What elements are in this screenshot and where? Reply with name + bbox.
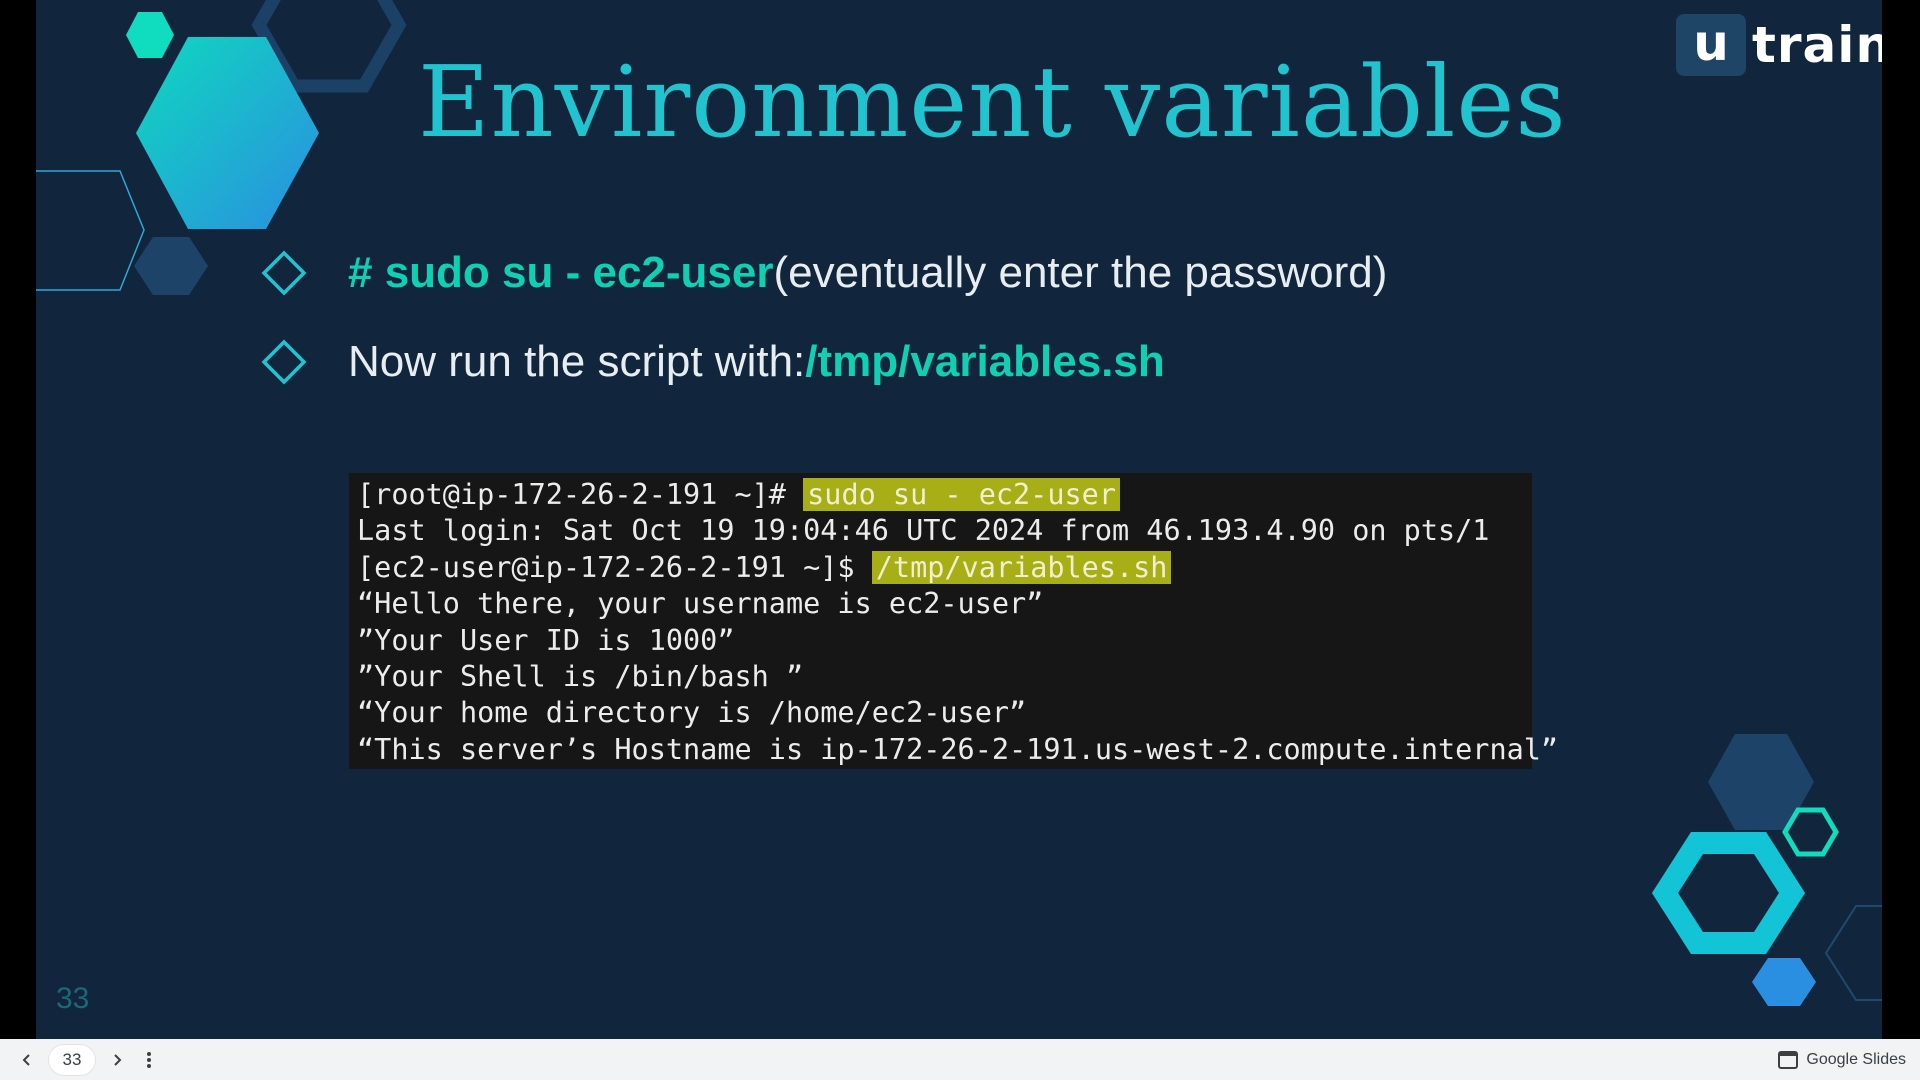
- bullet-1-command: # sudo su - ec2-user: [348, 248, 774, 297]
- terminal-line: ”Your User ID is 1000”: [357, 623, 735, 657]
- bullet-1-text: (eventually enter the password): [773, 248, 1388, 297]
- highlighted-command: sudo su - ec2-user: [803, 478, 1120, 511]
- hexagon-small-teal: [126, 12, 174, 58]
- terminal-line: [root@ip-172-26-2-191 ~]# sudo su - ec2-…: [357, 477, 1532, 513]
- chevron-right-icon: [114, 1053, 122, 1066]
- hexagon-outline-big-br: [1651, 832, 1806, 954]
- slide-title: Environment variables: [418, 46, 1567, 160]
- bullet-2-command: /tmp/variables.sh: [805, 337, 1165, 386]
- hexagon-outline-thin-br: [1824, 905, 1882, 1001]
- terminal-screenshot: [root@ip-172-26-2-191 ~]# sudo su - ec2-…: [349, 473, 1559, 769]
- slide: u train Environment variables # sudo su …: [36, 0, 1882, 1039]
- next-slide-button[interactable]: [104, 1047, 130, 1073]
- logo-text: train: [1752, 16, 1882, 74]
- slide-number: 33: [56, 982, 90, 1015]
- diamond-bullet-icon: [261, 339, 307, 385]
- hexagon-outline-small-br: [1782, 807, 1839, 857]
- terminal-line: “Hello there, your username is ec2-user”: [357, 587, 1044, 621]
- hexagon-small-navy: [134, 237, 208, 295]
- root-prompt: [root@ip-172-26-2-191 ~]#: [357, 478, 804, 511]
- terminal-line: “This server’s Hostname is ip-172-26-2-1…: [357, 732, 1559, 766]
- chevron-left-icon: [22, 1053, 30, 1066]
- more-vert-icon: [147, 1051, 151, 1068]
- terminal-line: [ec2-user@ip-172-26-2-191 ~]$ /tmp/varia…: [357, 550, 1532, 586]
- bullet-item-2: Now run the script with: /tmp/variables.…: [260, 332, 1165, 392]
- highlighted-command: /tmp/variables.sh: [871, 550, 1172, 584]
- diamond-bullet-icon: [261, 250, 307, 296]
- presentation-toolbar: 33 Google Slides: [0, 1039, 1920, 1080]
- logo-mark: u: [1676, 14, 1746, 76]
- slides-logo-icon: [1778, 1050, 1799, 1069]
- more-options-button[interactable]: [136, 1047, 162, 1073]
- hexagon-navy-br: [1708, 734, 1814, 830]
- terminal-line: ”Your Shell is /bin/bash ”: [357, 659, 804, 693]
- hexagon-outline-left: [36, 170, 145, 291]
- previous-slide-button[interactable]: [14, 1047, 40, 1073]
- utrain-logo: u train: [1676, 14, 1882, 76]
- google-slides-label: Google Slides: [1806, 1050, 1906, 1068]
- page-number-field[interactable]: 33: [48, 1043, 96, 1076]
- user-prompt: [ec2-user@ip-172-26-2-191 ~]$: [357, 550, 872, 584]
- bullet-item-1: # sudo su - ec2-user (eventually enter t…: [260, 243, 1387, 303]
- bullet-2-text: Now run the script with:: [348, 337, 806, 386]
- terminal-line: “Your home directory is /home/ec2-user”: [357, 696, 1027, 730]
- google-slides-link[interactable]: Google Slides: [1778, 1039, 1906, 1080]
- hexagon-large-gradient: [136, 37, 319, 229]
- terminal-line: Last login: Sat Oct 19 19:04:46 UTC 2024…: [357, 514, 1490, 548]
- hexagon-blue-br: [1752, 958, 1816, 1006]
